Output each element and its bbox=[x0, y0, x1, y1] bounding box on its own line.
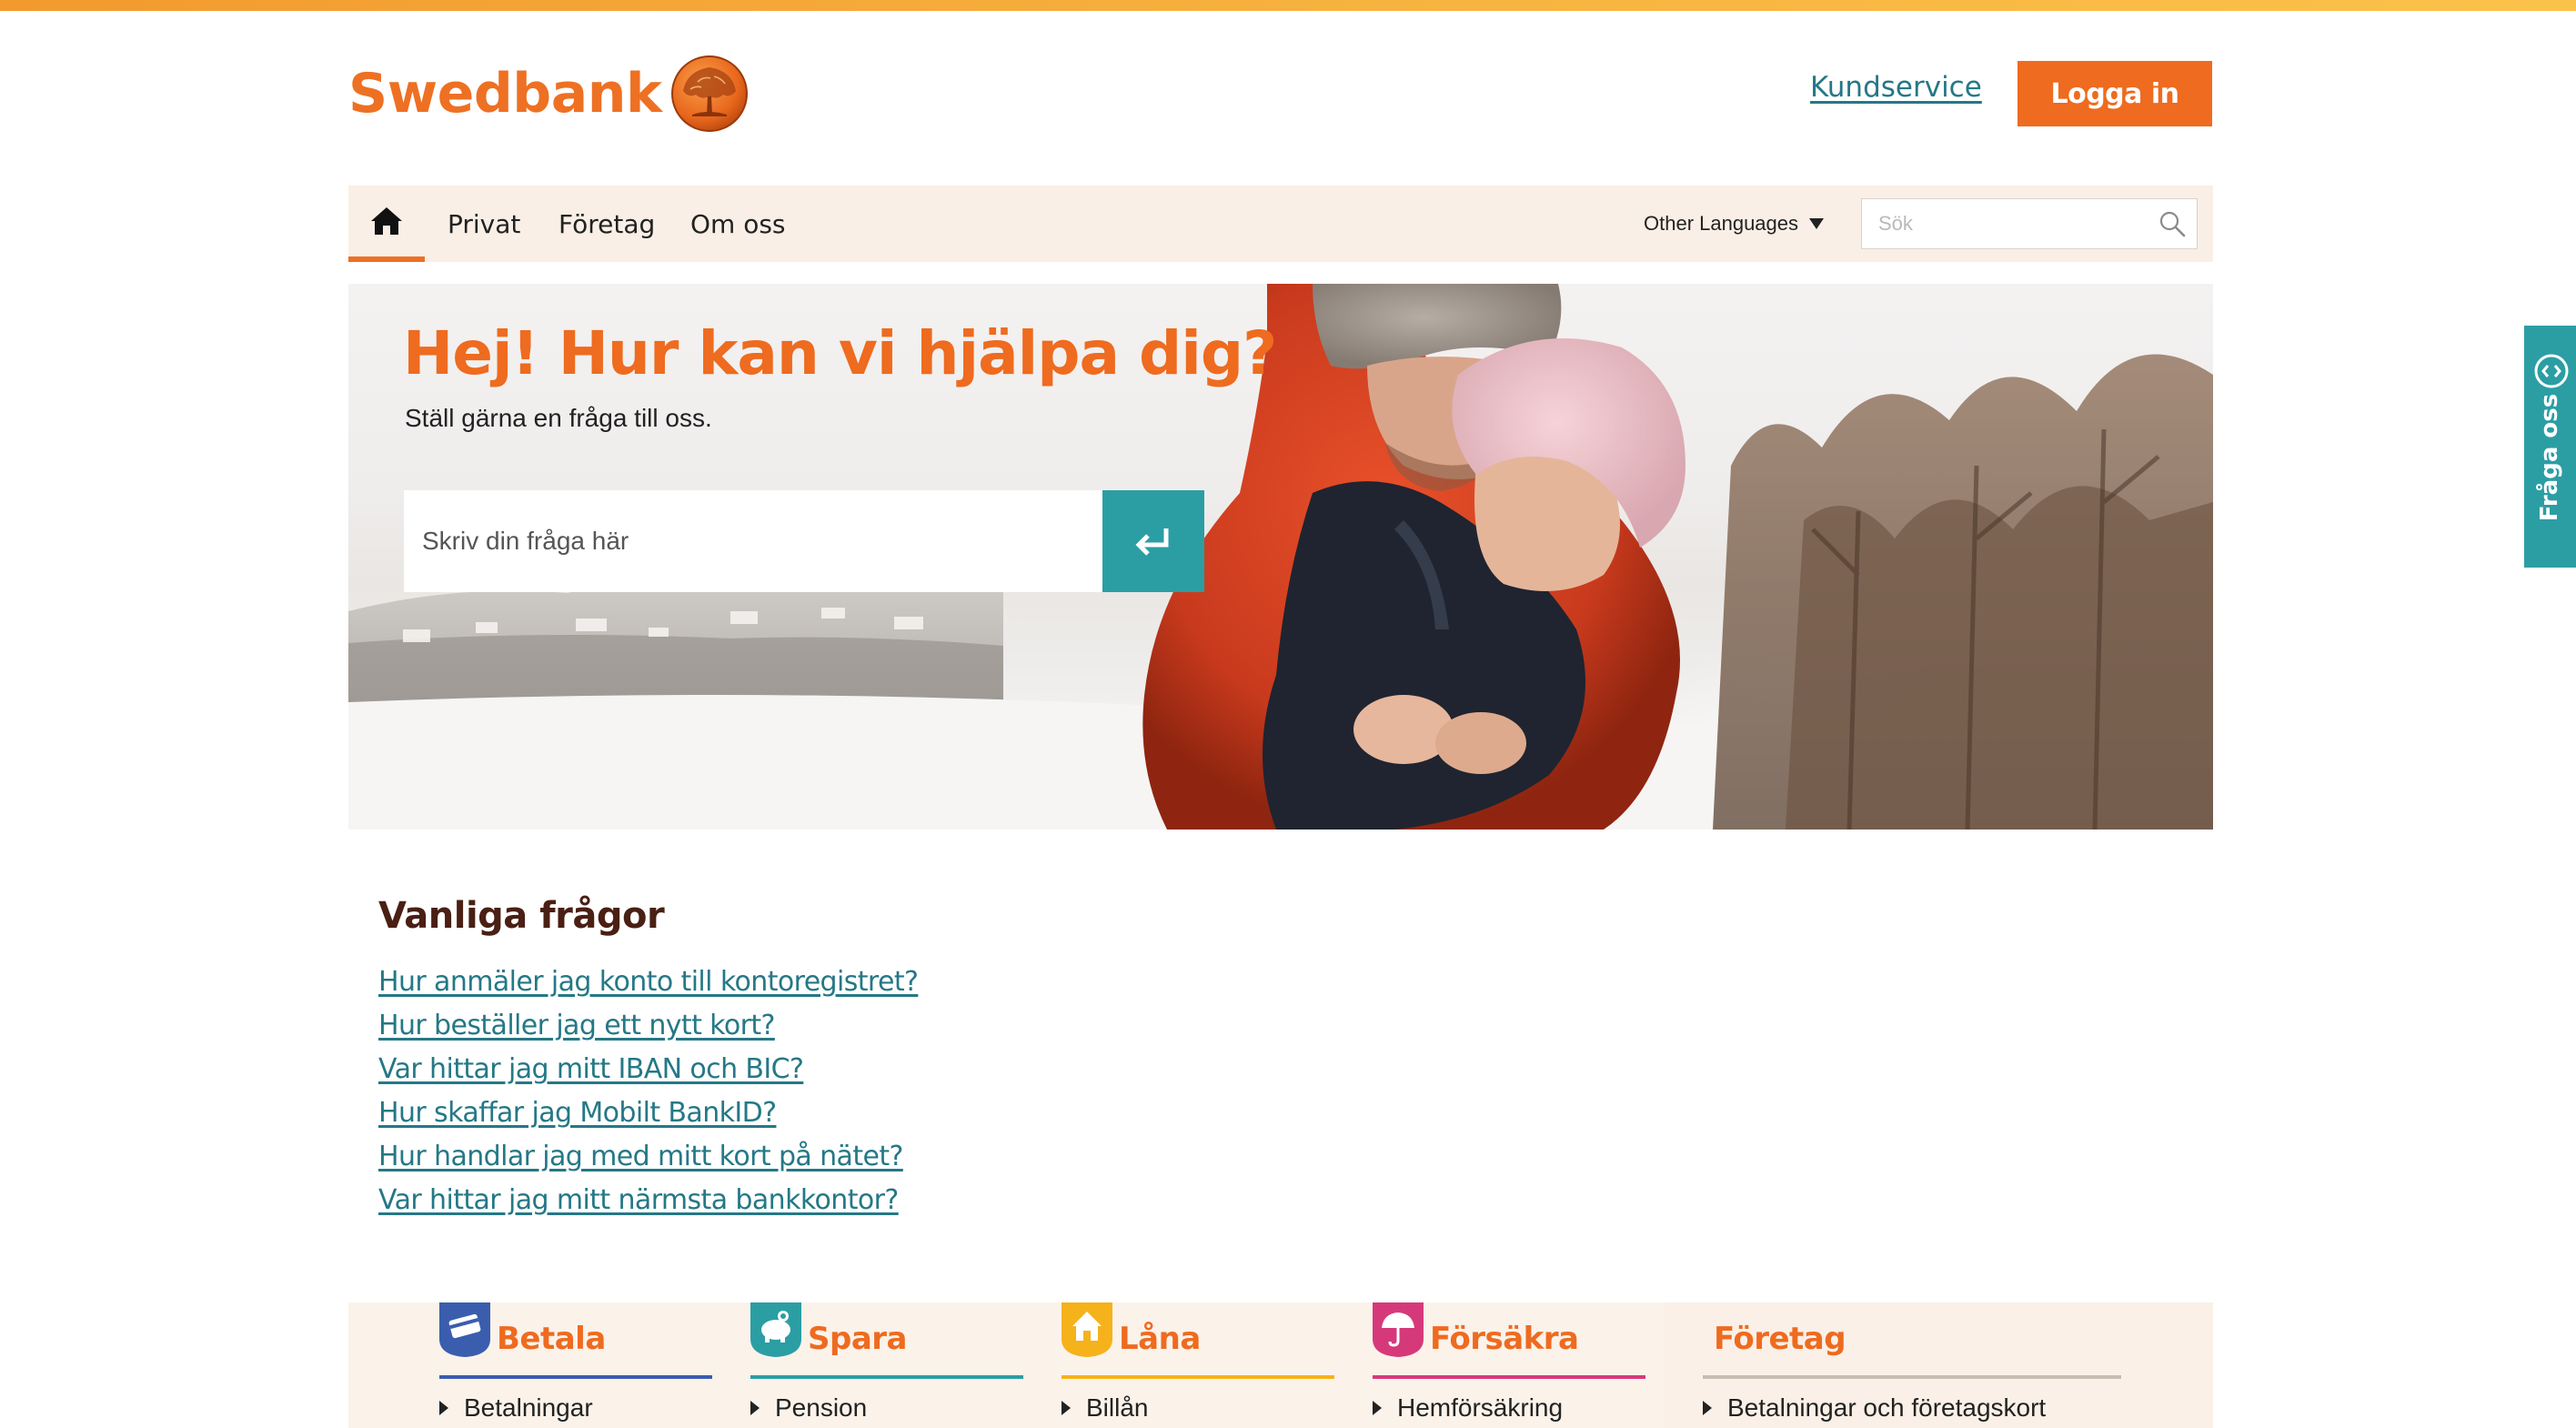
hero-banner: Hej! Hur kan vi hjälpa dig? Ställ gärna … bbox=[348, 284, 2213, 830]
faq-link[interactable]: Hur skaffar jag Mobilt BankID? bbox=[378, 1097, 777, 1129]
main-navigation: Privat Företag Om oss Other Languages bbox=[348, 186, 2213, 262]
category-link-hemforsakring[interactable]: Hemförsäkring bbox=[1373, 1393, 1563, 1423]
enter-arrow-icon bbox=[1135, 528, 1169, 556]
category-link-label: Pension bbox=[775, 1393, 868, 1422]
ask-us-label: Fråga oss bbox=[2536, 393, 2563, 522]
arrow-right-icon bbox=[439, 1401, 448, 1415]
oak-tree-logo-icon bbox=[671, 55, 749, 132]
category-title[interactable]: Låna bbox=[1119, 1321, 1201, 1357]
arrow-right-icon bbox=[1062, 1401, 1071, 1415]
faq-link[interactable]: Var hittar jag mitt IBAN och BIC? bbox=[378, 1053, 804, 1085]
ask-us-side-tab[interactable]: Fråga oss bbox=[2524, 326, 2576, 568]
category-betala: Betala Betalningar bbox=[439, 1302, 712, 1428]
list-item: Hur skaffar jag Mobilt BankID? bbox=[378, 1097, 918, 1141]
list-item: Hur anmäler jag konto till kontoregistre… bbox=[378, 966, 919, 1010]
question-search bbox=[404, 490, 1204, 592]
nav-item-foretag[interactable]: Företag bbox=[558, 186, 655, 262]
list-item: Var hittar jag mitt IBAN och BIC? bbox=[378, 1053, 918, 1097]
category-link-label: Billån bbox=[1086, 1393, 1149, 1422]
site-search-input[interactable] bbox=[1862, 199, 2144, 248]
card-icon bbox=[439, 1302, 490, 1357]
house-icon bbox=[1062, 1302, 1112, 1357]
list-item: Var hittar jag mitt närmsta bankkontor? bbox=[378, 1184, 918, 1228]
category-title[interactable]: Försäkra bbox=[1430, 1321, 1579, 1357]
category-link-foretagskort[interactable]: Betalningar och företagskort bbox=[1703, 1393, 2046, 1423]
category-foretag: Företag Betalningar och företagskort bbox=[1703, 1302, 2121, 1428]
arrow-right-icon bbox=[1373, 1401, 1382, 1415]
nav-item-privat[interactable]: Privat bbox=[448, 186, 520, 262]
faq-list: Hur anmäler jag konto till kontoregistre… bbox=[378, 966, 919, 1228]
category-link-betalningar[interactable]: Betalningar bbox=[439, 1393, 593, 1423]
swedbank-logo[interactable]: Swedbank bbox=[348, 53, 749, 135]
question-input[interactable] bbox=[404, 490, 1102, 592]
faq-link[interactable]: Hur beställer jag ett nytt kort? bbox=[378, 1010, 775, 1041]
category-underline bbox=[439, 1375, 712, 1379]
category-underline bbox=[1373, 1375, 1645, 1379]
category-title[interactable]: Spara bbox=[808, 1321, 907, 1357]
category-title[interactable]: Betala bbox=[497, 1321, 606, 1357]
category-underline bbox=[750, 1375, 1023, 1379]
category-spara: Spara Pension bbox=[750, 1302, 1023, 1428]
piggy-bank-icon bbox=[750, 1302, 801, 1357]
kundservice-link[interactable]: Kundservice bbox=[1810, 71, 1982, 104]
chat-bubble-icon bbox=[2534, 354, 2569, 388]
nav-item-om-oss[interactable]: Om oss bbox=[690, 186, 786, 262]
home-icon bbox=[371, 207, 402, 235]
category-underline bbox=[1062, 1375, 1334, 1379]
category-section: Betala Betalningar Spara Pension Låna Bi… bbox=[348, 1302, 2213, 1428]
category-underline bbox=[1703, 1375, 2121, 1379]
login-button[interactable]: Logga in bbox=[2018, 61, 2212, 126]
search-icon[interactable] bbox=[2158, 210, 2186, 237]
language-selector[interactable]: Other Languages bbox=[1644, 186, 1825, 262]
faq-link[interactable]: Hur handlar jag med mitt kort på nätet? bbox=[378, 1141, 903, 1172]
umbrella-icon bbox=[1373, 1302, 1424, 1357]
category-forsakra: Försäkra Hemförsäkring bbox=[1373, 1302, 1645, 1428]
list-item: Hur handlar jag med mitt kort på nätet? bbox=[378, 1141, 918, 1184]
category-link-label: Hemförsäkring bbox=[1397, 1393, 1564, 1422]
caret-down-icon bbox=[1809, 218, 1825, 229]
arrow-right-icon bbox=[1703, 1401, 1712, 1415]
site-search bbox=[1861, 198, 2198, 249]
list-item: Hur beställer jag ett nytt kort? bbox=[378, 1010, 918, 1053]
arrow-right-icon bbox=[750, 1401, 760, 1415]
category-lana: Låna Billån bbox=[1062, 1302, 1334, 1428]
category-link-label: Betalningar och företagskort bbox=[1727, 1393, 2047, 1422]
nav-home[interactable] bbox=[348, 186, 425, 262]
faq-link[interactable]: Hur anmäler jag konto till kontoregistre… bbox=[378, 966, 919, 998]
submit-question-button[interactable] bbox=[1102, 490, 1204, 592]
faq-heading: Vanliga frågor bbox=[378, 895, 665, 937]
hero-subtitle: Ställ gärna en fråga till oss. bbox=[405, 404, 712, 432]
top-accent-strip bbox=[0, 0, 2576, 11]
category-link-pension[interactable]: Pension bbox=[750, 1393, 867, 1423]
category-link-label: Betalningar bbox=[464, 1393, 593, 1422]
language-label: Other Languages bbox=[1644, 212, 1799, 235]
logo-text: Swedbank bbox=[348, 62, 662, 126]
category-title[interactable]: Företag bbox=[1714, 1321, 1846, 1357]
hero-title: Hej! Hur kan vi hjälpa dig? bbox=[403, 318, 1277, 388]
category-link-billan[interactable]: Billån bbox=[1062, 1393, 1148, 1423]
faq-link[interactable]: Var hittar jag mitt närmsta bankkontor? bbox=[378, 1184, 899, 1216]
